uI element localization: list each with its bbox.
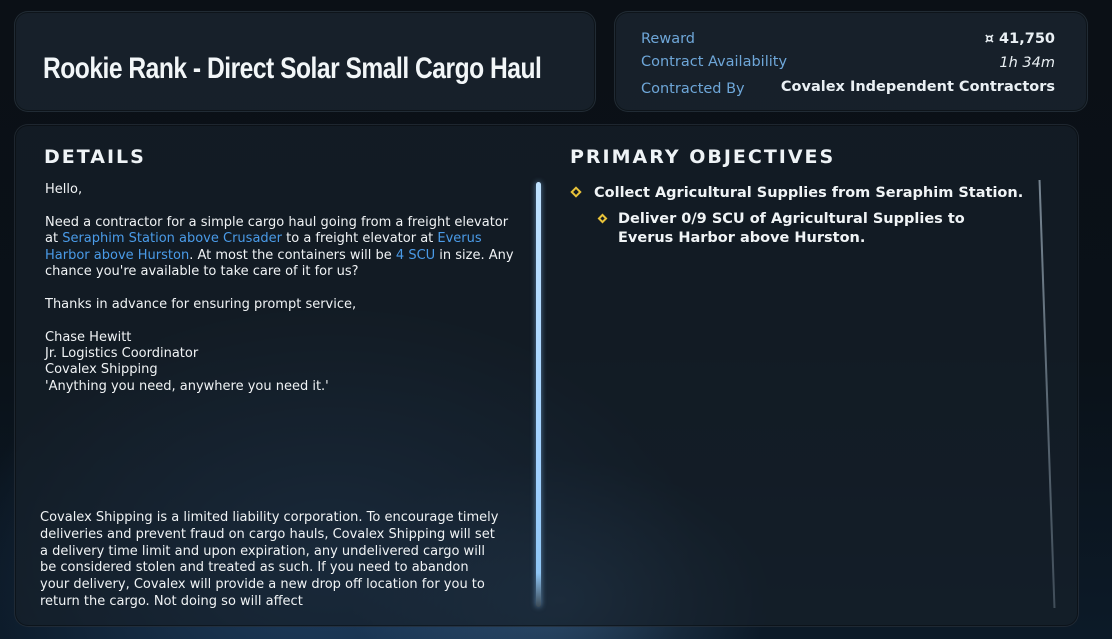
objective-text: Deliver 0/9 SCU of Agricultural Supplies…: [618, 211, 965, 246]
signature-name: Chase Hewitt: [45, 329, 132, 345]
availability-label: Contract Availability: [641, 54, 788, 70]
thanks-line: Thanks in advance for ensuring prompt se…: [45, 296, 357, 312]
signature-company: Covalex Shipping: [45, 362, 158, 378]
signature-motto: 'Anything you need, anywhere you need it…: [45, 378, 329, 394]
text-segment: . At most the containers will be: [189, 247, 396, 263]
page-title: Rookie Rank - Direct Solar Small Cargo H…: [43, 52, 542, 85]
objective-text: Collect Agricultural Supplies from Serap…: [594, 185, 1024, 201]
text-segment: to a freight elevator at: [282, 231, 438, 247]
container-size: 4 SCU: [395, 247, 436, 263]
contracted-by-value: Covalex Independent Contractors: [780, 79, 1055, 95]
title-panel: Rookie Rank - Direct Solar Small Cargo H…: [14, 11, 596, 112]
contracted-by-label: Contracted By: [641, 81, 745, 97]
availability-value: 1h 34m: [999, 55, 1055, 71]
contract-info-panel: Reward ¤ 41,750 Contract Availability 1h…: [614, 11, 1088, 112]
request-paragraph: Need a contractor for a simple cargo hau…: [45, 215, 515, 281]
reward-label: Reward: [641, 31, 695, 47]
details-body: Hello, Need a contractor for a simple ca…: [45, 182, 515, 395]
reward-value: ¤ 41,750: [984, 31, 1055, 47]
details-heading: DETAILS: [44, 146, 146, 168]
objectives-heading: PRIMARY OBJECTIVES: [570, 146, 836, 168]
signature-role: Jr. Logistics Coordinator: [45, 346, 199, 362]
origin-location-link: Seraphim Station above Crusader: [62, 231, 283, 247]
disclaimer-text: Covalex Shipping is a limited liability …: [40, 510, 499, 609]
greeting: Hello,: [45, 182, 83, 197]
details-scrollbar[interactable]: [536, 182, 541, 607]
